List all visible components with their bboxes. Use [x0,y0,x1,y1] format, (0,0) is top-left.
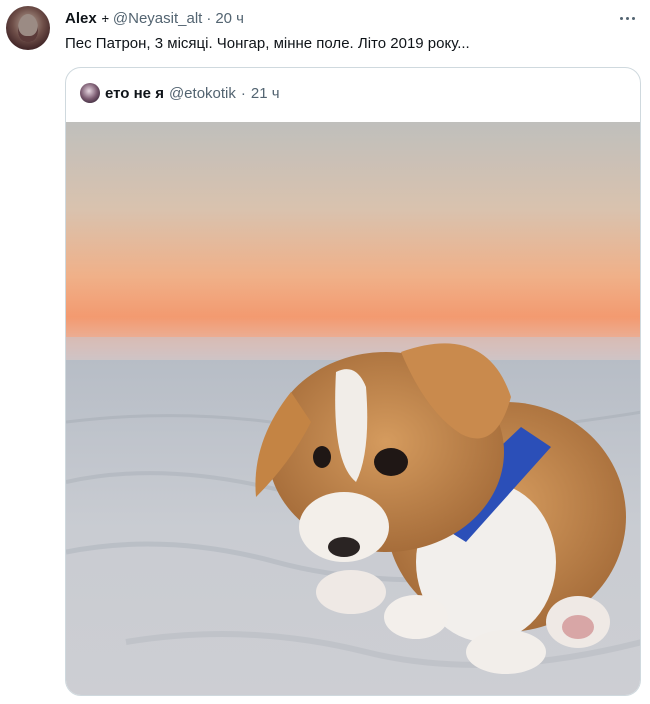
author-avatar[interactable] [6,6,50,50]
quoted-separator-dot: · [240,84,246,102]
tweet-header: Alex 🕂 @Neyasit_alt · 20 ч [65,8,244,28]
tweet-time[interactable]: 20 ч [215,10,244,27]
tweet-text: Пес Патрон, 3 місяці. Чонгар, мінне поле… [65,35,470,52]
quoted-author-name[interactable]: ето не я [105,85,164,102]
quoted-header: ето не я @etokotik · 21 ч [80,82,280,104]
author-name[interactable]: Alex [65,10,97,27]
more-horizontal-icon[interactable] [614,8,640,28]
author-badge: 🕂 [101,10,109,25]
author-handle[interactable]: @Neyasit_alt [113,10,202,27]
quoted-tweet[interactable]: ето не я @etokotik · 21 ч [65,67,641,696]
separator-dot: · [206,9,212,27]
quoted-author-avatar[interactable] [80,83,100,103]
quoted-author-handle[interactable]: @etokotik [169,85,236,102]
quoted-time[interactable]: 21 ч [251,85,280,102]
quoted-photo[interactable] [66,122,641,696]
